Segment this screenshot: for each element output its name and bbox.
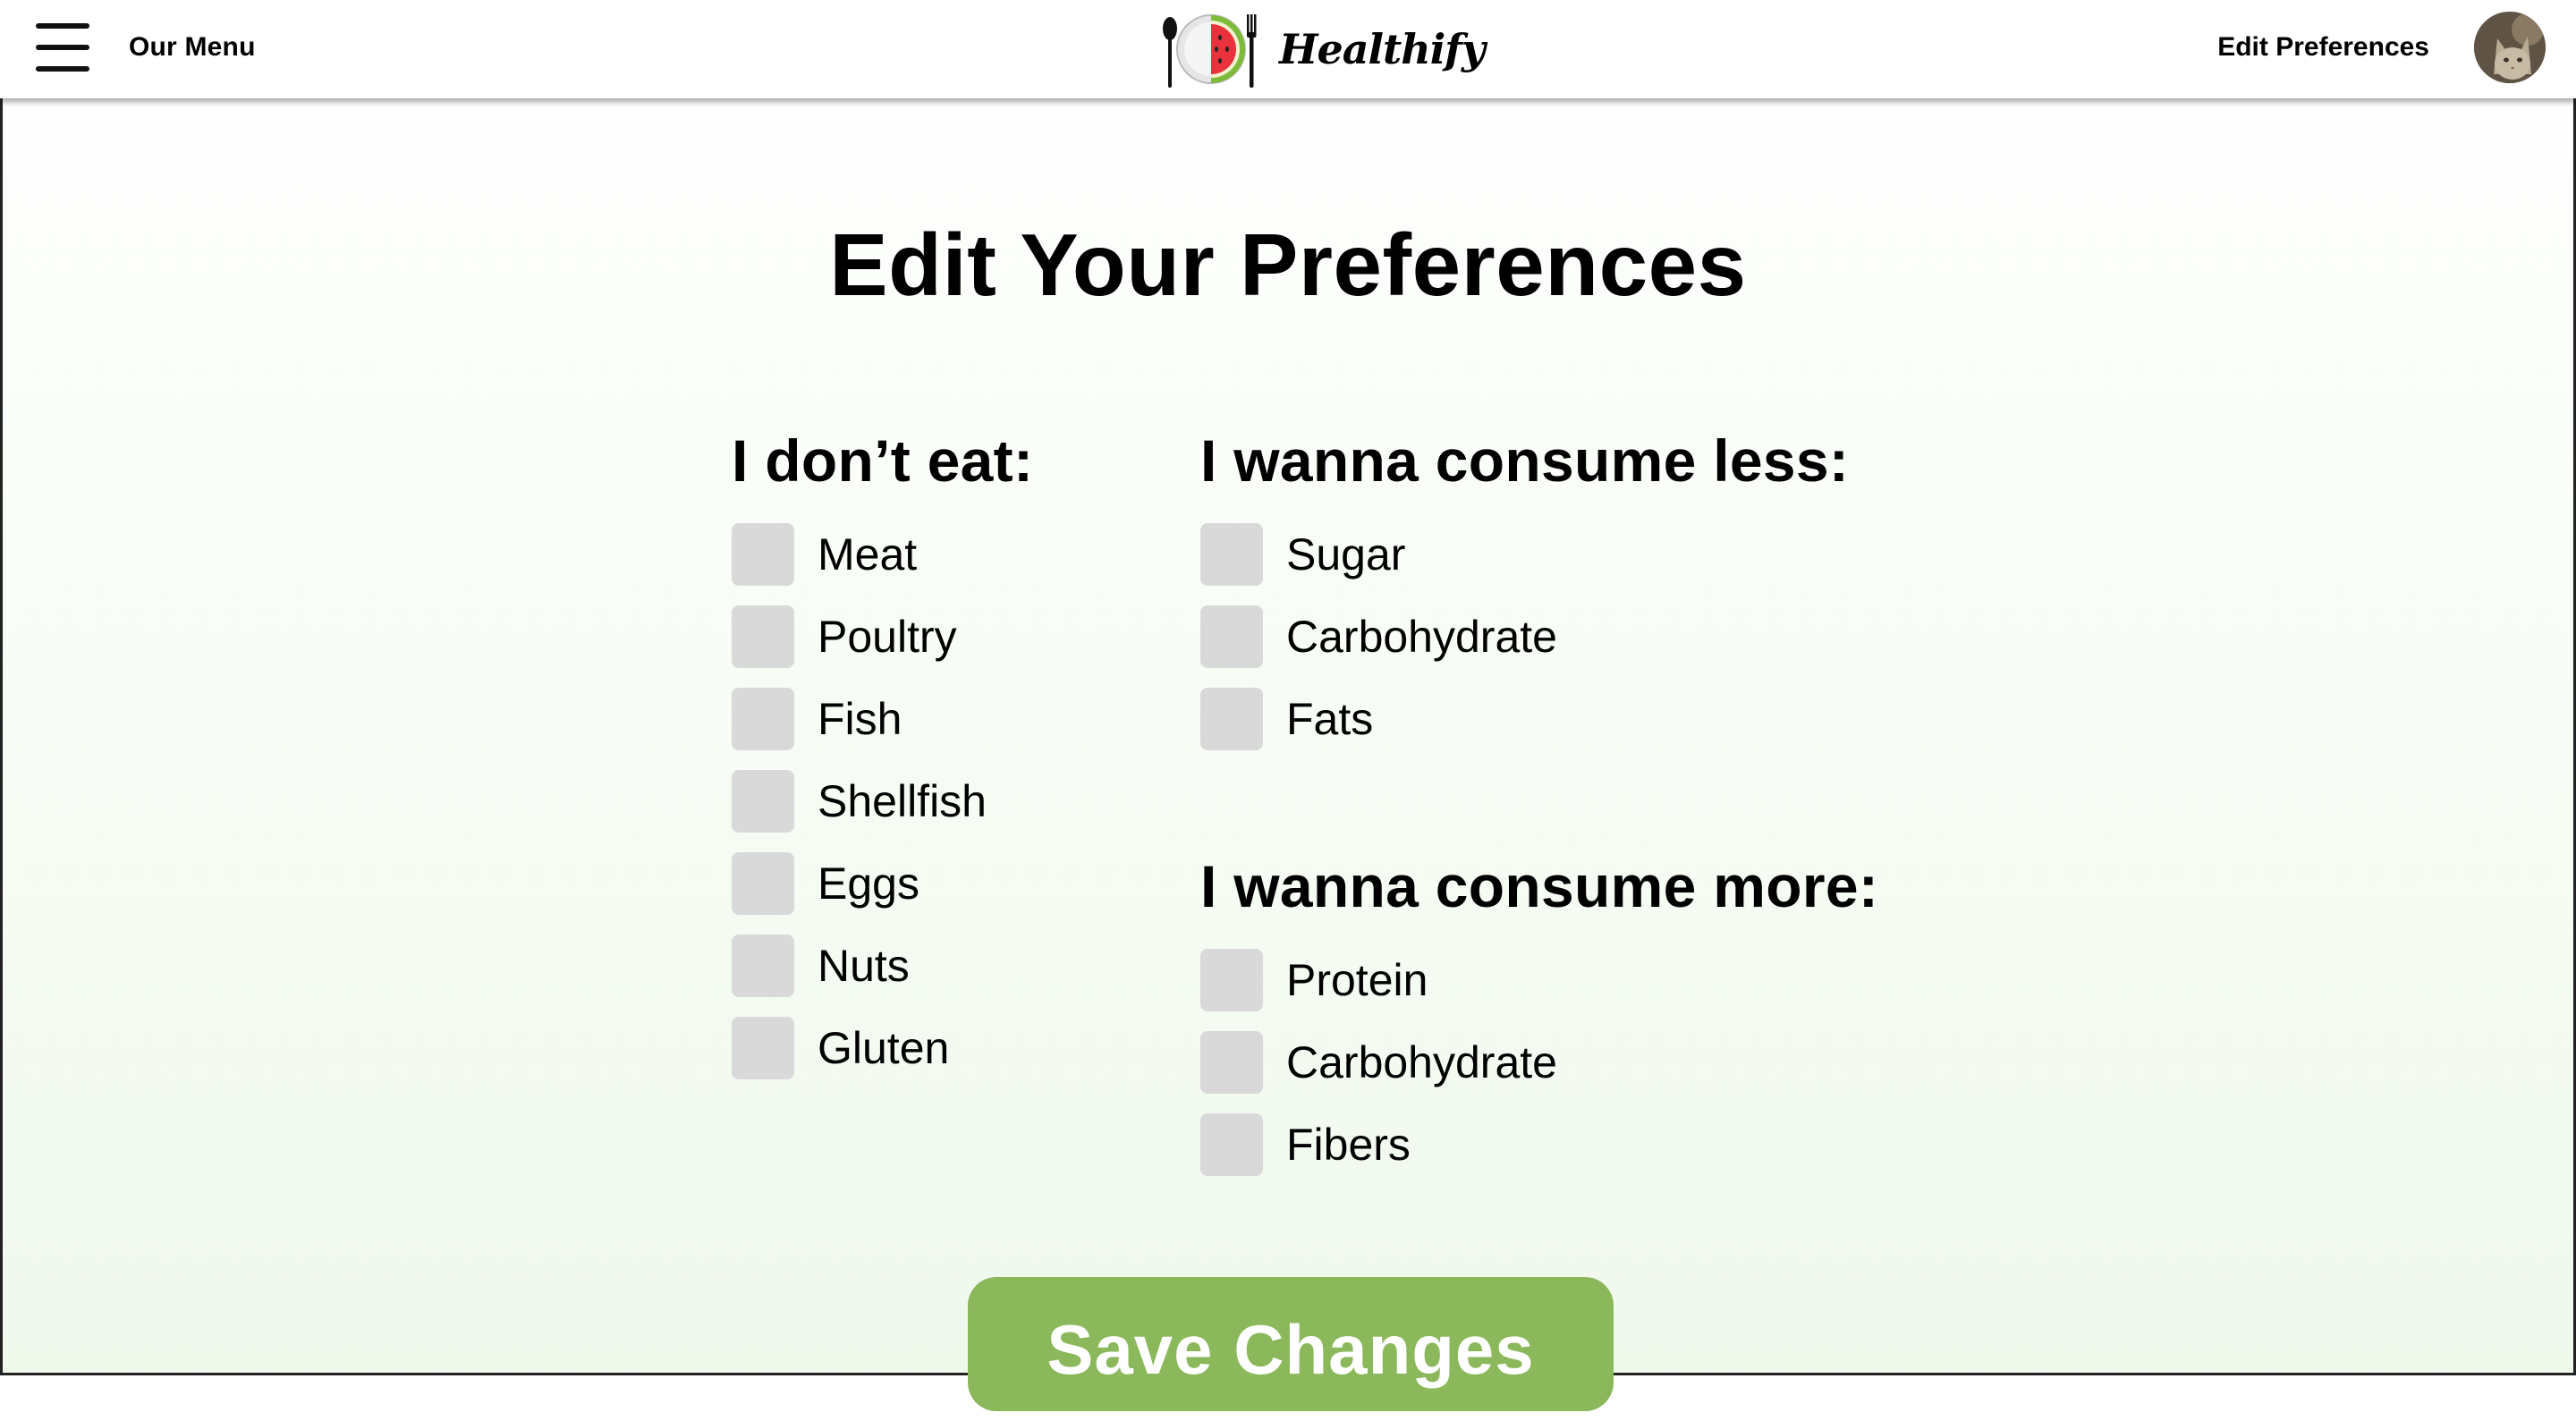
consume-less-heading: I wanna consume less: — [1200, 427, 1850, 494]
hamburger-menu-icon[interactable] — [36, 23, 89, 72]
option-label: Meat — [818, 529, 918, 579]
dont-eat-option-fish[interactable]: Fish — [732, 688, 902, 750]
checkbox[interactable] — [732, 935, 794, 997]
consume-less-option-sugar[interactable]: Sugar — [1200, 523, 1405, 586]
consume-less-section: I wanna consume less: — [1200, 431, 1849, 490]
consume-more-section: I wanna consume more: — [1200, 857, 1878, 916]
option-label: Gluten — [818, 1023, 950, 1073]
checkbox[interactable] — [732, 605, 794, 668]
watermelon-plate-icon — [1163, 14, 1257, 88]
option-label: Fats — [1286, 694, 1374, 744]
checkbox[interactable] — [1200, 523, 1263, 586]
dont-eat-option-shellfish[interactable]: Shellfish — [732, 770, 987, 833]
consume-less-option-fats[interactable]: Fats — [1200, 688, 1373, 750]
option-label: Protein — [1286, 955, 1428, 1005]
checkbox[interactable] — [1200, 949, 1263, 1011]
option-label: Nuts — [818, 941, 910, 991]
dont-eat-option-poultry[interactable]: Poultry — [732, 605, 957, 668]
checkbox[interactable] — [1200, 1113, 1263, 1176]
checkbox[interactable] — [1200, 688, 1263, 750]
checkbox[interactable] — [732, 852, 794, 915]
dont-eat-option-meat[interactable]: Meat — [732, 523, 917, 586]
option-label: Sugar — [1286, 529, 1406, 579]
consume-more-option-carbohydrate[interactable]: Carbohydrate — [1200, 1031, 1557, 1094]
brand-logo[interactable]: Healthify — [1161, 9, 1486, 89]
dont-eat-section: I don’t eat: — [732, 431, 1033, 490]
option-label: Fibers — [1286, 1120, 1411, 1170]
consume-more-option-fibers[interactable]: Fibers — [1200, 1113, 1411, 1176]
brand-name: Healthify — [1279, 25, 1486, 73]
dont-eat-option-nuts[interactable]: Nuts — [732, 935, 910, 997]
dont-eat-heading: I don’t eat: — [732, 427, 1034, 494]
option-label: Eggs — [818, 859, 919, 909]
save-changes-button[interactable]: Save Changes — [968, 1277, 1614, 1411]
checkbox[interactable] — [1200, 605, 1263, 668]
option-label: Carbohydrate — [1286, 612, 1557, 662]
consume-less-option-carbohydrate[interactable]: Carbohydrate — [1200, 605, 1557, 668]
option-label: Shellfish — [818, 776, 987, 826]
checkbox[interactable] — [732, 523, 794, 586]
top-navbar: Our Menu Healthify Edit Preferences — [0, 0, 2576, 98]
dont-eat-option-eggs[interactable]: Eggs — [732, 852, 919, 915]
consume-more-option-protein[interactable]: Protein — [1200, 949, 1428, 1011]
cat-avatar-icon — [2474, 12, 2546, 83]
consume-more-heading: I wanna consume more: — [1200, 853, 1879, 919]
checkbox[interactable] — [732, 688, 794, 750]
page-title: Edit Your Preferences — [829, 216, 1747, 314]
checkbox[interactable] — [732, 770, 794, 833]
option-label: Poultry — [818, 612, 957, 662]
option-label: Fish — [818, 694, 902, 744]
option-label: Carbohydrate — [1286, 1037, 1557, 1087]
checkbox[interactable] — [732, 1017, 794, 1079]
checkbox[interactable] — [1200, 1031, 1263, 1094]
our-menu-link[interactable]: Our Menu — [129, 32, 256, 63]
edit-preferences-link[interactable]: Edit Preferences — [2217, 32, 2429, 63]
dont-eat-option-gluten[interactable]: Gluten — [732, 1017, 949, 1079]
user-avatar[interactable] — [2474, 12, 2546, 83]
